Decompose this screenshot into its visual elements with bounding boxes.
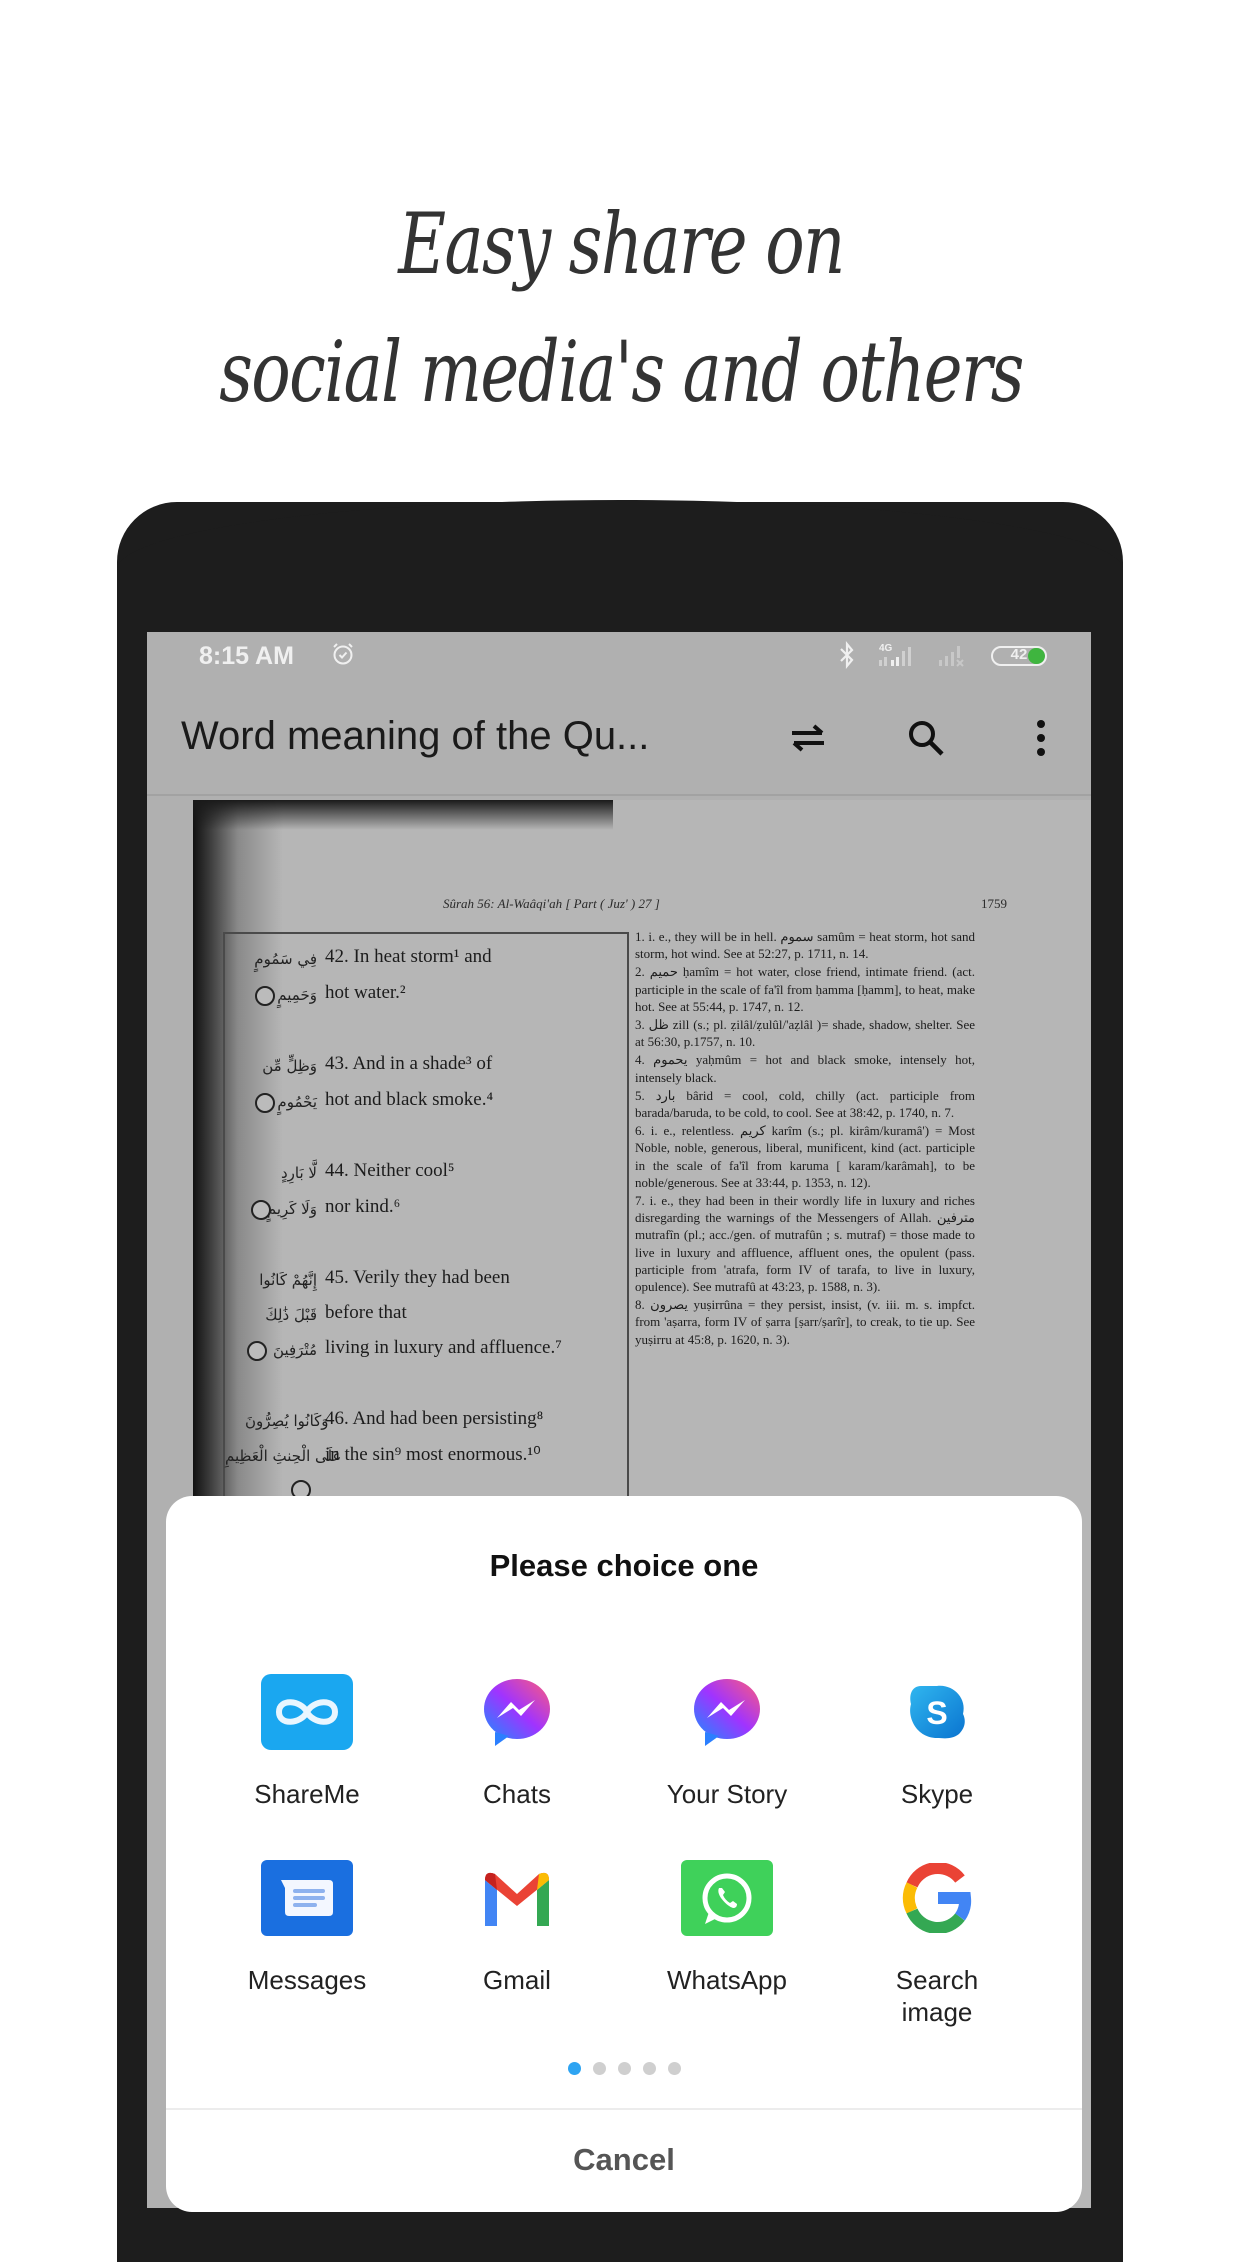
verse-arabic: عَلَى الْحِنثِ الْعَظِيمِ	[225, 1447, 342, 1465]
skype-icon: S	[891, 1666, 983, 1758]
messages-icon	[261, 1852, 353, 1944]
verse-line: 45. Verily they had been	[325, 1267, 510, 1288]
search-button[interactable]	[902, 714, 950, 762]
share-target-whatsapp[interactable]: WhatsApp	[622, 1852, 832, 1996]
app-label: Chats	[483, 1779, 551, 1809]
page-dot[interactable]	[667, 2062, 681, 2075]
footnote: 6. i. e., relentless. كريم karîm (s.; pl…	[635, 1123, 975, 1190]
footnote: 5. بارد bârid = cool, cold, chilly (act.…	[635, 1087, 976, 1121]
page-dot[interactable]	[567, 2062, 581, 2075]
search-icon	[909, 721, 944, 756]
verse-line: hot water.²	[325, 982, 406, 1003]
messenger-icon	[681, 1666, 773, 1758]
app-bar: Word meaning of the Qu...	[147, 684, 1091, 796]
app-title: Word meaning of the Qu...	[181, 714, 650, 758]
swap-button[interactable]	[784, 714, 832, 762]
page-dot[interactable]	[617, 2062, 631, 2075]
signal-no-sim-icon	[939, 646, 964, 667]
verse-line: before that	[325, 1302, 407, 1323]
share-target-shareme[interactable]: ShareMe	[202, 1666, 412, 1810]
verse-arabic: وَحَمِيمٍ	[277, 986, 317, 1004]
verse-arabic: مُتْرَفِينَ	[273, 1341, 317, 1359]
footnote: 3. ظل zill (s.; pl. ẓilâl/ẓulûl/'aẓlâl )…	[635, 1017, 976, 1050]
battery-level: 42	[1010, 646, 1028, 663]
whatsapp-icon	[681, 1852, 773, 1944]
share-target-messages[interactable]: Messages	[202, 1852, 412, 1996]
verse-line: 44. Neither cool⁵	[325, 1160, 455, 1181]
gmail-icon	[471, 1852, 563, 1944]
verse-arabic: قَبْلَ ذَٰلِكَ	[265, 1306, 317, 1324]
messenger-icon	[471, 1666, 563, 1758]
page-dot[interactable]	[592, 2062, 606, 2075]
shareme-icon	[261, 1666, 353, 1758]
promo-headline: Easy share on social media's and others	[137, 180, 1106, 436]
more-options-button[interactable]	[1017, 714, 1065, 762]
app-label: Your Story	[666, 1779, 788, 1809]
verse-line: 46. And had been persisting⁸	[325, 1408, 544, 1429]
share-dialog: Please choice one ShareMe Chats Your Sto…	[166, 1496, 1082, 2212]
verse-arabic: وَلَا كَرِيمٍ	[266, 1200, 317, 1218]
verse-arabic: وَظِلٍّ مِّن	[262, 1057, 317, 1075]
verse-line: living in luxury and affluence.⁷	[325, 1337, 562, 1358]
verse-arabic: وَكَانُوا يُصِرُّونَ	[245, 1412, 329, 1430]
verse-line: nor kind.⁶	[325, 1196, 401, 1217]
status-bar: 8:15 AM 4G 42	[147, 632, 1091, 684]
headline-line-2: social media's and others	[219, 323, 1024, 421]
app-label: Search image	[895, 1965, 979, 2027]
page-number: 1759	[981, 896, 1007, 911]
footnotes: 1. i. e., they will be in hell. سموم sam…	[635, 928, 975, 1349]
app-label: WhatsApp	[667, 1965, 787, 1995]
share-target-search-image[interactable]: Search image	[832, 1852, 1042, 2028]
more-vert-icon	[1037, 720, 1045, 756]
cancel-button[interactable]: Cancel	[166, 2110, 1082, 2210]
app-label: Gmail	[483, 1965, 551, 1995]
verse-arabic: يَحْمُومٍ	[277, 1093, 317, 1111]
page-top-shadow	[193, 800, 613, 830]
page-dot[interactable]	[642, 2062, 656, 2075]
footnote: 2. حميم ḥamîm = hot water, close friend,…	[635, 964, 975, 1014]
page-indicator	[166, 2062, 1082, 2075]
headline-line-1: Easy share on	[398, 195, 845, 293]
signal-4g-icon: 4G	[879, 643, 911, 666]
bluetooth-icon	[840, 640, 854, 670]
share-target-your-story[interactable]: Your Story	[622, 1666, 832, 1810]
running-head: Sûrah 56: Al-Waâqi'ah [ Part ( Juz' ) 27…	[443, 896, 660, 911]
battery-icon: 42	[991, 646, 1047, 666]
footnote: 1. i. e., they will be in hell. سموم sam…	[635, 929, 975, 962]
svg-text:4G: 4G	[879, 643, 893, 654]
verse-line: hot and black smoke.⁴	[325, 1089, 494, 1110]
verse-line: in the sin⁹ most enormous.¹⁰	[325, 1444, 541, 1465]
svg-text:S: S	[926, 1695, 947, 1731]
footnote: 8. يصرون yuṣirrûna = they persist, insis…	[635, 1297, 975, 1347]
share-target-gmail[interactable]: Gmail	[412, 1852, 622, 1996]
app-label: Messages	[247, 1965, 367, 1995]
verse-line: 42. In heat storm¹ and	[325, 946, 492, 967]
app-label: ShareMe	[254, 1779, 360, 1809]
share-target-skype[interactable]: S Skype	[832, 1666, 1042, 1810]
app-label: Skype	[900, 1779, 974, 1809]
dialog-title: Please choice one	[489, 1548, 759, 1583]
google-icon	[891, 1852, 983, 1944]
swap-icon	[792, 724, 824, 752]
footnote: 4. يحموم yaḥmûm = hot and black smoke, i…	[635, 1052, 975, 1085]
verse-line: 43. And in a shade³ of	[325, 1053, 493, 1074]
verse-arabic: فِي سَمُومٍ	[254, 950, 317, 968]
verse-arabic: إِنَّهُمْ كَانُوا	[259, 1271, 317, 1289]
alarm-icon	[333, 643, 353, 665]
footnote: 7. i. e., they had been in their wordly …	[635, 1193, 975, 1295]
verse-arabic: لَّا بَارِدٍ	[281, 1164, 317, 1182]
status-time: 8:15 AM	[199, 642, 294, 670]
share-target-chats[interactable]: Chats	[412, 1666, 622, 1810]
